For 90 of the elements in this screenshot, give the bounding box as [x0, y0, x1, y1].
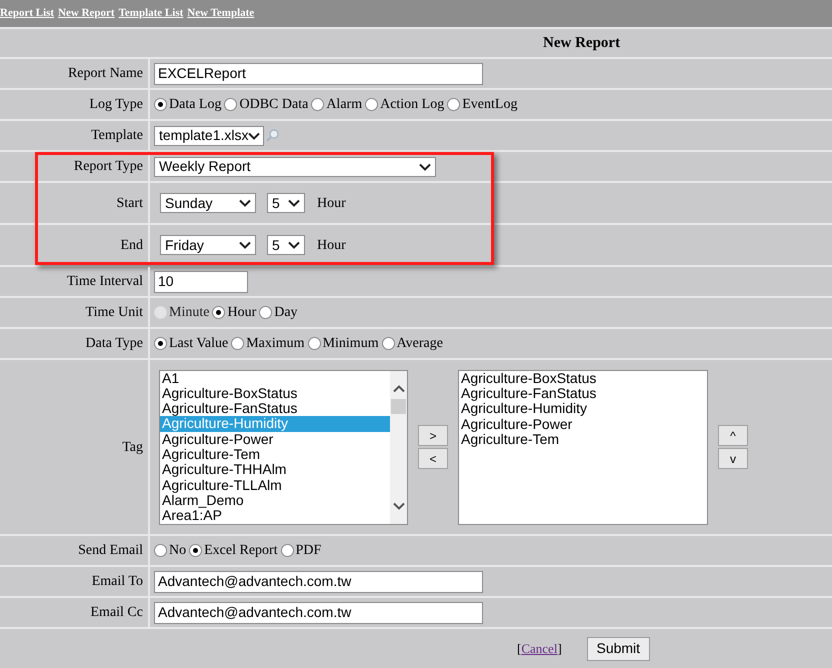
bracket: ] [557, 640, 562, 658]
page-title: New Report [543, 34, 620, 53]
chevron-down-icon [419, 162, 431, 170]
radio-label: EventLog [462, 96, 518, 114]
radio-label: Maximum [246, 335, 305, 353]
unit-label: Hour [317, 194, 346, 212]
chevron-down-icon[interactable] [392, 502, 404, 510]
radio-label: Alarm [326, 96, 362, 114]
chevron-down-icon [239, 241, 251, 249]
radio-button[interactable] [259, 306, 272, 319]
field-label: Tag [122, 438, 143, 456]
scrollbar[interactable] [390, 370, 407, 524]
radio-label: Action Log [380, 96, 444, 114]
radio-label: Hour [227, 304, 256, 322]
radio-label: PDF [296, 542, 322, 560]
listbox-option[interactable]: Alarm_Demo [160, 492, 390, 508]
listbox-option[interactable]: Agriculture-FanStatus [160, 401, 390, 416]
move-down-button[interactable]: v [718, 448, 748, 469]
listbox-option[interactable]: Agriculture-FanStatus [459, 386, 707, 402]
radio-button[interactable] [231, 337, 244, 350]
radio-label: Excel Report [204, 542, 278, 560]
field-label: Report Name [68, 65, 143, 83]
add-button[interactable]: > [418, 425, 448, 446]
radio-button[interactable] [447, 98, 460, 111]
radio-button[interactable] [382, 337, 395, 350]
unit-label: Hour [317, 236, 346, 254]
listbox-option[interactable]: Agriculture-BoxStatus [459, 370, 707, 386]
listbox-option[interactable]: Agriculture-BoxStatus [160, 386, 390, 402]
radio-label: Data Log [169, 96, 222, 114]
chevron-down-icon [239, 199, 251, 207]
chevron-up-icon[interactable] [392, 384, 404, 392]
dropdown[interactable]: Weekly Report [154, 156, 436, 176]
radio-label: Minimum [322, 335, 379, 353]
field-label: Time Unit [86, 304, 143, 322]
remove-button[interactable]: < [418, 448, 448, 469]
listbox-option[interactable]: Area1:AP [160, 508, 390, 524]
dropdown[interactable]: template1.xlsx [154, 126, 264, 146]
text-field[interactable]: 10 [154, 270, 248, 292]
submit-button[interactable]: Submit [586, 636, 650, 660]
listbox-option[interactable]: A1 [160, 370, 390, 386]
text-field[interactable]: EXCELReport [154, 62, 483, 84]
chevron-down-icon [248, 132, 260, 140]
radio-label: No [169, 542, 186, 560]
listbox-option[interactable]: Agriculture-Tem [160, 446, 390, 462]
listbox-option[interactable]: Agriculture-Power [459, 416, 707, 432]
field-label: Log Type [89, 96, 143, 114]
radio-button[interactable] [154, 544, 167, 557]
text-field[interactable]: Advantech@advantech.com.tw [154, 570, 483, 592]
selected-tag-listbox[interactable]: Agriculture-BoxStatus Agriculture-FanStatus Agriculture-Humidity Agriculture-Power Agriculture-Tem [458, 370, 708, 524]
dropdown[interactable]: Friday [160, 235, 256, 255]
tag-listbox[interactable]: A1 Agriculture-BoxStatus Agriculture-FanStatus Agriculture-Humidity Agriculture-Power Agriculture-Tem Agriculture-THHAlm Agriculture-TLLAlm Alarm_Demo Area1:AP [159, 370, 408, 524]
field-label: Time Interval [66, 273, 143, 291]
radio-button[interactable] [308, 337, 321, 350]
search-icon[interactable] [266, 129, 279, 142]
bracket: [ [517, 640, 522, 658]
dropdown[interactable]: Sunday [160, 193, 256, 213]
listbox-option[interactable]: Agriculture-TLLAlm [160, 478, 390, 493]
chevron-down-icon [288, 199, 300, 207]
scrollbar-thumb[interactable] [391, 398, 406, 414]
field-label: Data Type [86, 335, 143, 353]
cancel-link[interactable]: Cancel [521, 638, 558, 658]
radio-label: Day [274, 304, 298, 322]
radio-label: Minute [169, 304, 210, 322]
field-label: Report Type [74, 158, 143, 176]
field-label: Email Cc [90, 604, 143, 622]
listbox-option[interactable]: Agriculture-Humidity [459, 401, 707, 417]
radio-button[interactable] [189, 544, 202, 557]
dropdown[interactable]: 5 [267, 235, 305, 255]
move-up-button[interactable]: ^ [718, 425, 748, 446]
radio-button[interactable] [154, 98, 167, 111]
field-label: Send Email [78, 542, 143, 560]
listbox-option[interactable]: Agriculture-THHAlm [160, 462, 390, 478]
field-label: Template [91, 127, 143, 145]
radio-button[interactable] [224, 98, 238, 111]
radio-button[interactable] [280, 544, 294, 557]
listbox-option[interactable]: Agriculture-Power [160, 432, 390, 447]
field-label: Start [116, 194, 143, 212]
radio-button[interactable] [311, 98, 324, 111]
text-field[interactable]: Advantech@advantech.com.tw [154, 602, 483, 624]
field-label: Email To [92, 573, 143, 591]
listbox-option[interactable]: Agriculture-Tem [459, 432, 707, 448]
radio-button[interactable] [154, 337, 167, 350]
dropdown[interactable]: 5 [267, 193, 305, 213]
radio-button[interactable] [212, 306, 226, 319]
radio-label: Average [396, 335, 443, 353]
radio-label: ODBC Data [239, 96, 308, 114]
radio-label: Last Value [169, 335, 228, 353]
chevron-down-icon [288, 241, 300, 249]
field-label: End [120, 236, 143, 254]
radio-button[interactable] [365, 98, 378, 111]
